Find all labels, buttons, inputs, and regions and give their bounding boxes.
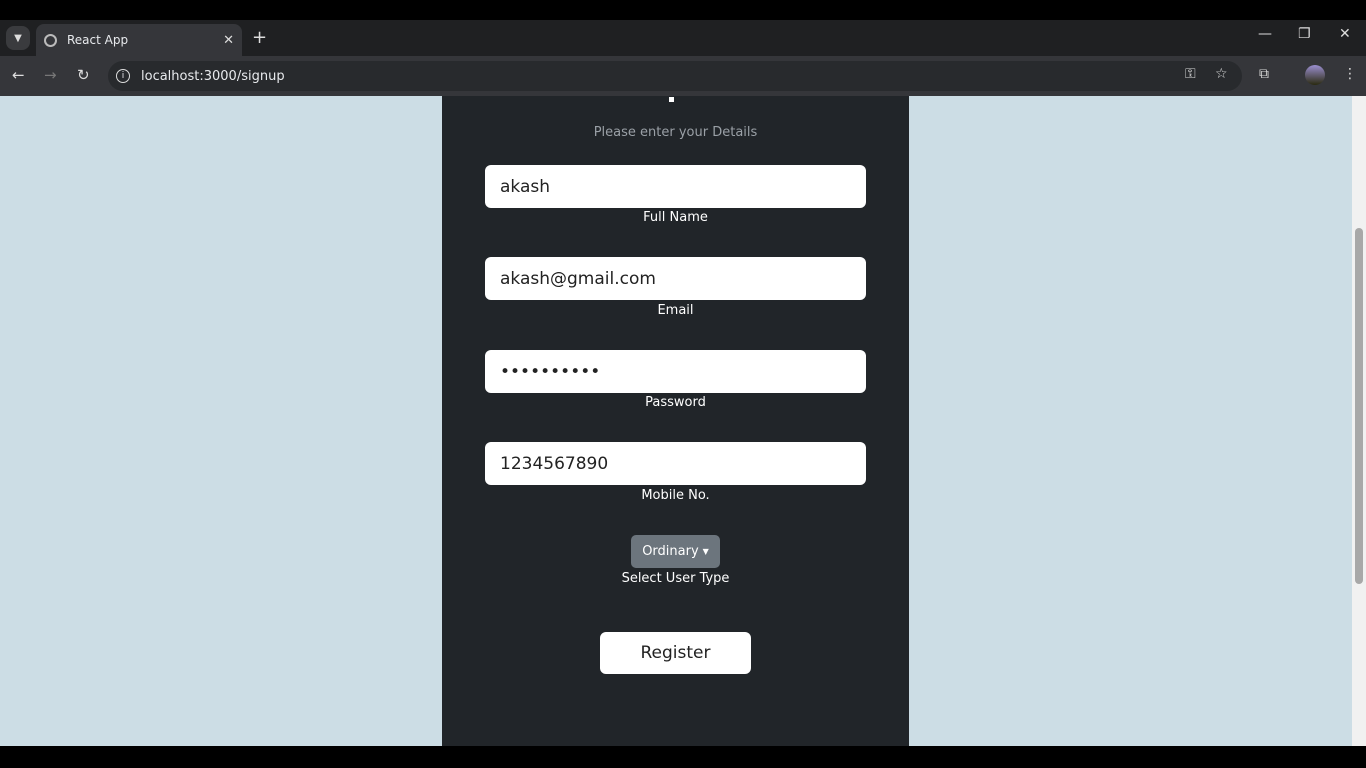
globe-icon — [44, 33, 57, 47]
forward-button[interactable]: → — [44, 66, 57, 84]
menu-icon[interactable]: ⋮ — [1343, 66, 1357, 82]
browser-toolbar: ← → ↻ i localhost:3000/signup ⚿ ☆ ⧉ ⋮ — [0, 56, 1366, 96]
decorative-dot — [669, 97, 674, 102]
new-tab-button[interactable]: + — [252, 27, 267, 48]
mobile-input[interactable] — [485, 442, 866, 485]
mobile-label: Mobile No. — [641, 488, 710, 503]
minimize-button[interactable]: — — [1258, 26, 1272, 42]
extensions-icon[interactable]: ⧉ — [1259, 66, 1269, 82]
restore-button[interactable]: ❐ — [1298, 26, 1311, 42]
back-button[interactable]: ← — [12, 66, 25, 84]
password-input[interactable] — [485, 350, 866, 393]
reload-button[interactable]: ↻ — [77, 66, 90, 84]
user-type-label: Select User Type — [621, 571, 730, 586]
site-info-icon[interactable]: i — [116, 69, 130, 83]
caret-down-icon: ▼ — [702, 547, 709, 556]
register-button[interactable]: Register — [600, 632, 751, 674]
tab-strip: ▼ React App ✕ + — ❐ ✕ — [0, 20, 1366, 56]
email-input[interactable] — [485, 257, 866, 300]
close-window-button[interactable]: ✕ — [1339, 26, 1351, 42]
close-tab-icon[interactable]: ✕ — [223, 33, 234, 48]
user-type-dropdown[interactable]: Ordinary ▼ — [631, 535, 720, 568]
url-text: localhost:3000/signup — [141, 68, 285, 84]
full-name-label: Full Name — [643, 210, 708, 225]
profile-avatar[interactable] — [1305, 65, 1325, 85]
tab-search-button[interactable]: ▼ — [6, 26, 30, 50]
tab-react-app[interactable]: React App ✕ — [36, 24, 242, 56]
email-label: Email — [657, 303, 694, 318]
bookmark-star-icon[interactable]: ☆ — [1215, 66, 1228, 82]
password-key-icon[interactable]: ⚿ — [1185, 66, 1196, 82]
scrollbar-thumb[interactable] — [1355, 228, 1363, 584]
form-subtitle: Please enter your Details — [593, 125, 758, 140]
vertical-scrollbar[interactable] — [1352, 96, 1366, 746]
address-bar[interactable]: i localhost:3000/signup — [108, 61, 1242, 91]
page-content: Please enter your Details Full Name Emai… — [0, 96, 1352, 746]
signup-panel: Please enter your Details Full Name Emai… — [442, 96, 909, 746]
password-label: Password — [645, 395, 706, 410]
user-type-selected: Ordinary — [642, 544, 699, 559]
full-name-input[interactable] — [485, 165, 866, 208]
tab-title: React App — [67, 33, 129, 47]
